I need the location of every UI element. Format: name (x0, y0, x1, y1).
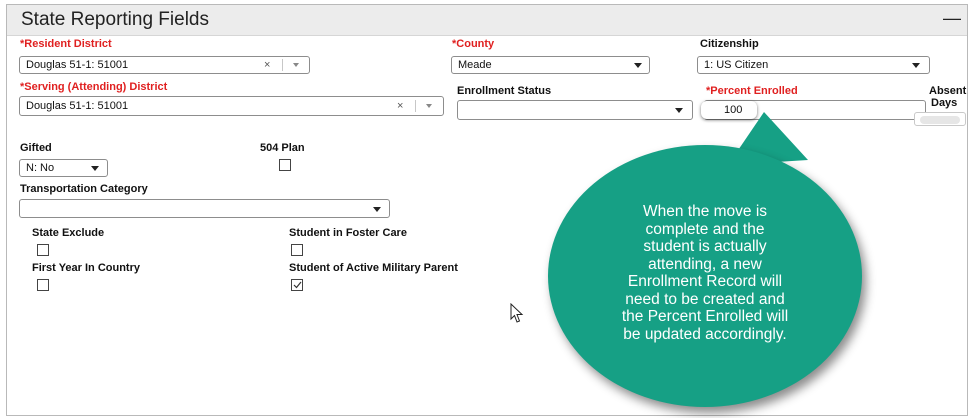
state-exclude-checkbox[interactable] (37, 244, 49, 256)
serving-district-value: Douglas 51-1: 51001 (26, 100, 129, 112)
serving-district-label: *Serving (Attending) District (20, 81, 168, 93)
percent-enrolled-value: 100 (724, 104, 743, 116)
absent-days-value (920, 116, 960, 124)
percent-enrolled-focus[interactable]: 100 (701, 101, 757, 119)
gifted-label: Gifted (20, 142, 52, 154)
county-select[interactable]: Meade (451, 56, 650, 74)
chevron-down-icon (912, 63, 920, 68)
student-of-active-military-parent-label: Student of Active Military Parent (289, 262, 458, 274)
collapse-button[interactable]: — (943, 9, 961, 27)
county-label: *County (452, 38, 495, 50)
resident-district-select[interactable]: Douglas 51-1: 51001 × (19, 56, 310, 74)
mouse-pointer-icon (510, 303, 524, 323)
select-separator (282, 59, 283, 71)
instruction-callout: When the move is complete and the studen… (548, 145, 862, 407)
citizenship-value: 1: US Citizen (704, 59, 769, 71)
chevron-down-icon (373, 207, 381, 212)
absent-days-label: Absent (929, 85, 967, 97)
chevron-down-icon (91, 166, 99, 171)
county-value: Meade (458, 59, 492, 71)
gifted-value: N: No (26, 162, 55, 174)
citizenship-label: Citizenship (700, 38, 759, 50)
callout-text: When the move is complete and the studen… (621, 203, 789, 343)
chevron-down-icon (634, 63, 642, 68)
transportation-category-select[interactable] (19, 199, 390, 218)
state-exclude-label: State Exclude (32, 227, 105, 239)
first-year-in-country-label: First Year In Country (32, 262, 140, 274)
clear-icon[interactable]: × (397, 100, 403, 112)
student-in-foster-care-checkbox[interactable] (291, 244, 303, 256)
panel-title: State Reporting Fields (21, 9, 209, 30)
percent-enrolled-label: *Percent Enrolled (706, 85, 798, 97)
resident-district-label: *Resident District (20, 38, 112, 50)
absent-days-label-line2: Days (931, 97, 958, 109)
enrollment-status-select[interactable] (457, 100, 693, 120)
first-year-in-country-checkbox[interactable] (37, 279, 49, 291)
chevron-down-icon (675, 108, 683, 113)
plan-504-label: 504 Plan (260, 142, 305, 154)
gifted-select[interactable]: N: No (19, 159, 108, 177)
checkmark-icon (293, 281, 302, 289)
clear-icon[interactable]: × (264, 59, 270, 71)
resident-district-value: Douglas 51-1: 51001 (26, 59, 129, 71)
student-in-foster-care-label: Student in Foster Care (289, 227, 407, 239)
plan-504-checkbox[interactable] (279, 159, 291, 171)
chevron-down-icon[interactable] (293, 63, 299, 67)
chevron-down-icon[interactable] (426, 104, 432, 108)
select-separator (415, 100, 416, 112)
student-of-active-military-parent-checkbox[interactable] (291, 279, 303, 291)
panel-header: State Reporting Fields — (7, 5, 967, 36)
transportation-category-label: Transportation Category (20, 183, 148, 195)
serving-district-select[interactable]: Douglas 51-1: 51001 × (19, 96, 444, 116)
citizenship-select[interactable]: 1: US Citizen (697, 56, 930, 74)
enrollment-status-label: Enrollment Status (457, 85, 552, 97)
